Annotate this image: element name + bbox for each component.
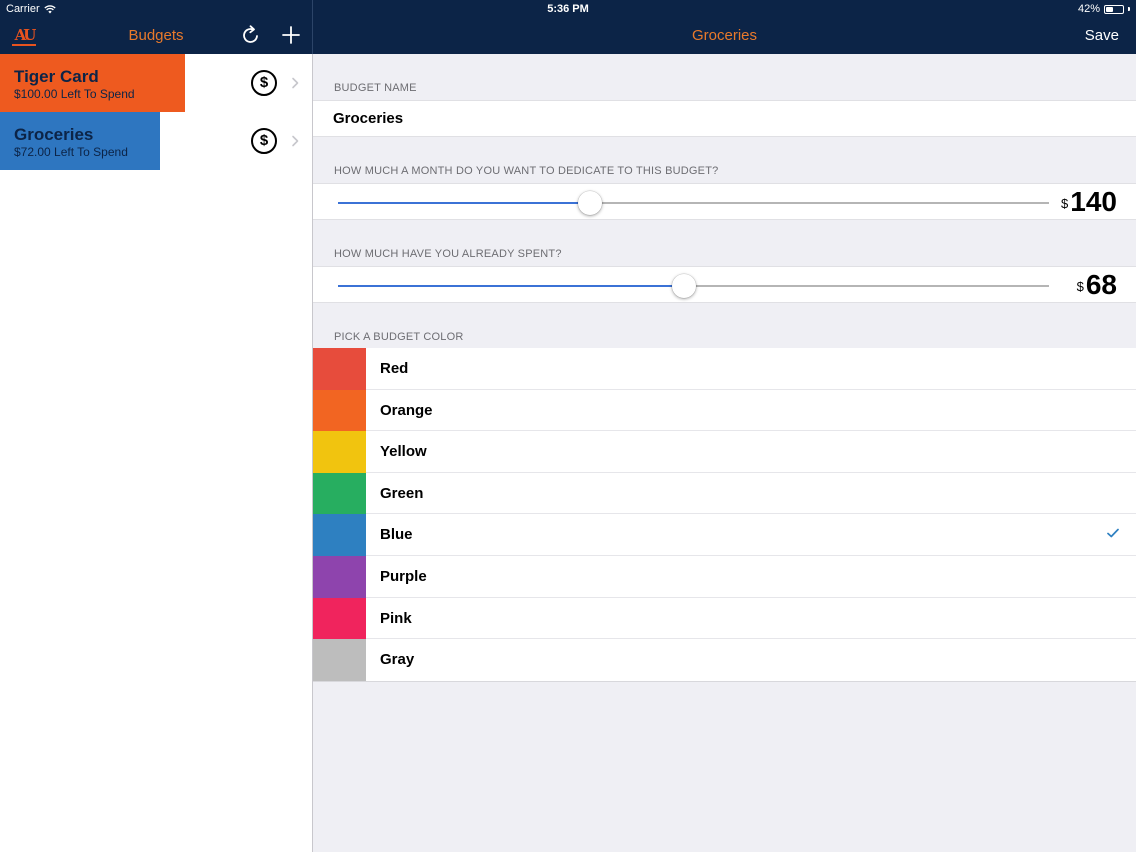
color-swatch — [313, 431, 366, 473]
color-option-purple[interactable]: Purple — [313, 555, 1136, 598]
color-option-blue[interactable]: Blue — [313, 514, 1136, 556]
color-swatch — [313, 597, 366, 640]
chevron-right-icon — [292, 135, 299, 147]
currency-symbol: $ — [1061, 196, 1069, 211]
color-option-label: Blue — [380, 526, 413, 544]
battery-percent: 42% — [1077, 3, 1100, 15]
chevron-right-icon — [292, 77, 299, 89]
budget-card[interactable]: Groceries $72.00 Left To Spend — [0, 112, 160, 170]
monthly-amount-value: 140 — [1070, 186, 1117, 217]
dollar-circle-icon[interactable]: $ — [251, 128, 277, 154]
detail-nav-bar: Groceries Save — [313, 18, 1136, 54]
refresh-icon[interactable] — [240, 24, 262, 46]
color-option-red[interactable]: Red — [313, 348, 1136, 390]
budget-row-groceries[interactable]: Groceries $72.00 Left To Spend $ — [0, 112, 312, 170]
spent-slider-thumb[interactable] — [672, 274, 696, 298]
color-option-gray[interactable]: Gray — [313, 639, 1136, 681]
budget-name-input[interactable]: Groceries — [333, 110, 403, 127]
plus-icon[interactable] — [280, 24, 302, 46]
color-option-label: Purple — [380, 567, 427, 585]
currency-symbol: $ — [1076, 279, 1084, 294]
color-option-label: Pink — [380, 609, 412, 627]
color-option-label: Red — [380, 360, 409, 377]
color-list: Red Orange Yellow Green Blue Purple Pink Gray — [313, 348, 1136, 682]
sidebar-title: Budgets — [128, 27, 184, 44]
spent-amount-value: 68 — [1085, 269, 1117, 300]
color-swatch — [313, 389, 366, 432]
budget-left-to-spend: $72.00 Left To Spend — [14, 145, 128, 159]
color-swatch — [313, 555, 366, 598]
color-option-label: Orange — [380, 401, 433, 419]
battery-indicator: 42% — [1078, 3, 1130, 15]
spent-slider[interactable] — [338, 274, 1049, 298]
color-option-label: Gray — [380, 651, 415, 669]
color-swatch — [313, 514, 366, 556]
monthly-amount-cell: $ 140 — [313, 183, 1136, 220]
sidebar-nav-bar: AU Budgets — [0, 18, 312, 54]
spent-amount-cell: $ 68 — [313, 266, 1136, 303]
color-swatch — [313, 639, 366, 681]
budget-name: Tiger Card — [14, 67, 99, 86]
monthly-section-label: HOW MUCH A MONTH DO YOU WANT TO DEDICATE… — [334, 165, 719, 177]
color-swatch — [313, 472, 366, 515]
budget-name-section-label: BUDGET NAME — [334, 82, 417, 94]
color-swatch — [313, 348, 366, 390]
budget-list: Tiger Card $100.00 Left To Spend $ Groce… — [0, 54, 312, 852]
dollar-circle-icon[interactable]: $ — [251, 70, 277, 96]
budget-name-cell[interactable]: Groceries — [313, 100, 1136, 137]
monthly-slider[interactable] — [338, 191, 1049, 215]
budget-left-to-spend: $100.00 Left To Spend — [14, 87, 135, 101]
status-time: 5:36 PM — [547, 3, 589, 15]
color-section-label: PICK A BUDGET COLOR — [334, 331, 464, 343]
color-option-yellow[interactable]: Yellow — [313, 431, 1136, 473]
budget-name: Groceries — [14, 125, 94, 144]
monthly-slider-thumb[interactable] — [578, 191, 602, 215]
status-bar: Carrier 5:36 PM 42% — [0, 0, 1136, 18]
budget-card[interactable]: Tiger Card $100.00 Left To Spend — [0, 54, 185, 112]
battery-icon — [1104, 4, 1124, 14]
budget-row-tiger-card[interactable]: Tiger Card $100.00 Left To Spend $ — [0, 54, 312, 112]
spent-section-label: HOW MUCH HAVE YOU ALREADY SPENT? — [334, 248, 562, 260]
color-option-pink[interactable]: Pink — [313, 597, 1136, 640]
color-option-label: Green — [380, 484, 424, 502]
spent-amount: $ 68 — [1077, 269, 1117, 301]
monthly-amount: $ 140 — [1061, 186, 1117, 218]
save-button[interactable]: Save — [1085, 27, 1119, 44]
auburn-logo: AU — [12, 24, 36, 46]
color-option-orange[interactable]: Orange — [313, 389, 1136, 432]
checkmark-icon — [1107, 529, 1119, 538]
color-option-label: Yellow — [380, 443, 427, 461]
detail-title: Groceries — [691, 27, 758, 44]
color-option-green[interactable]: Green — [313, 472, 1136, 515]
